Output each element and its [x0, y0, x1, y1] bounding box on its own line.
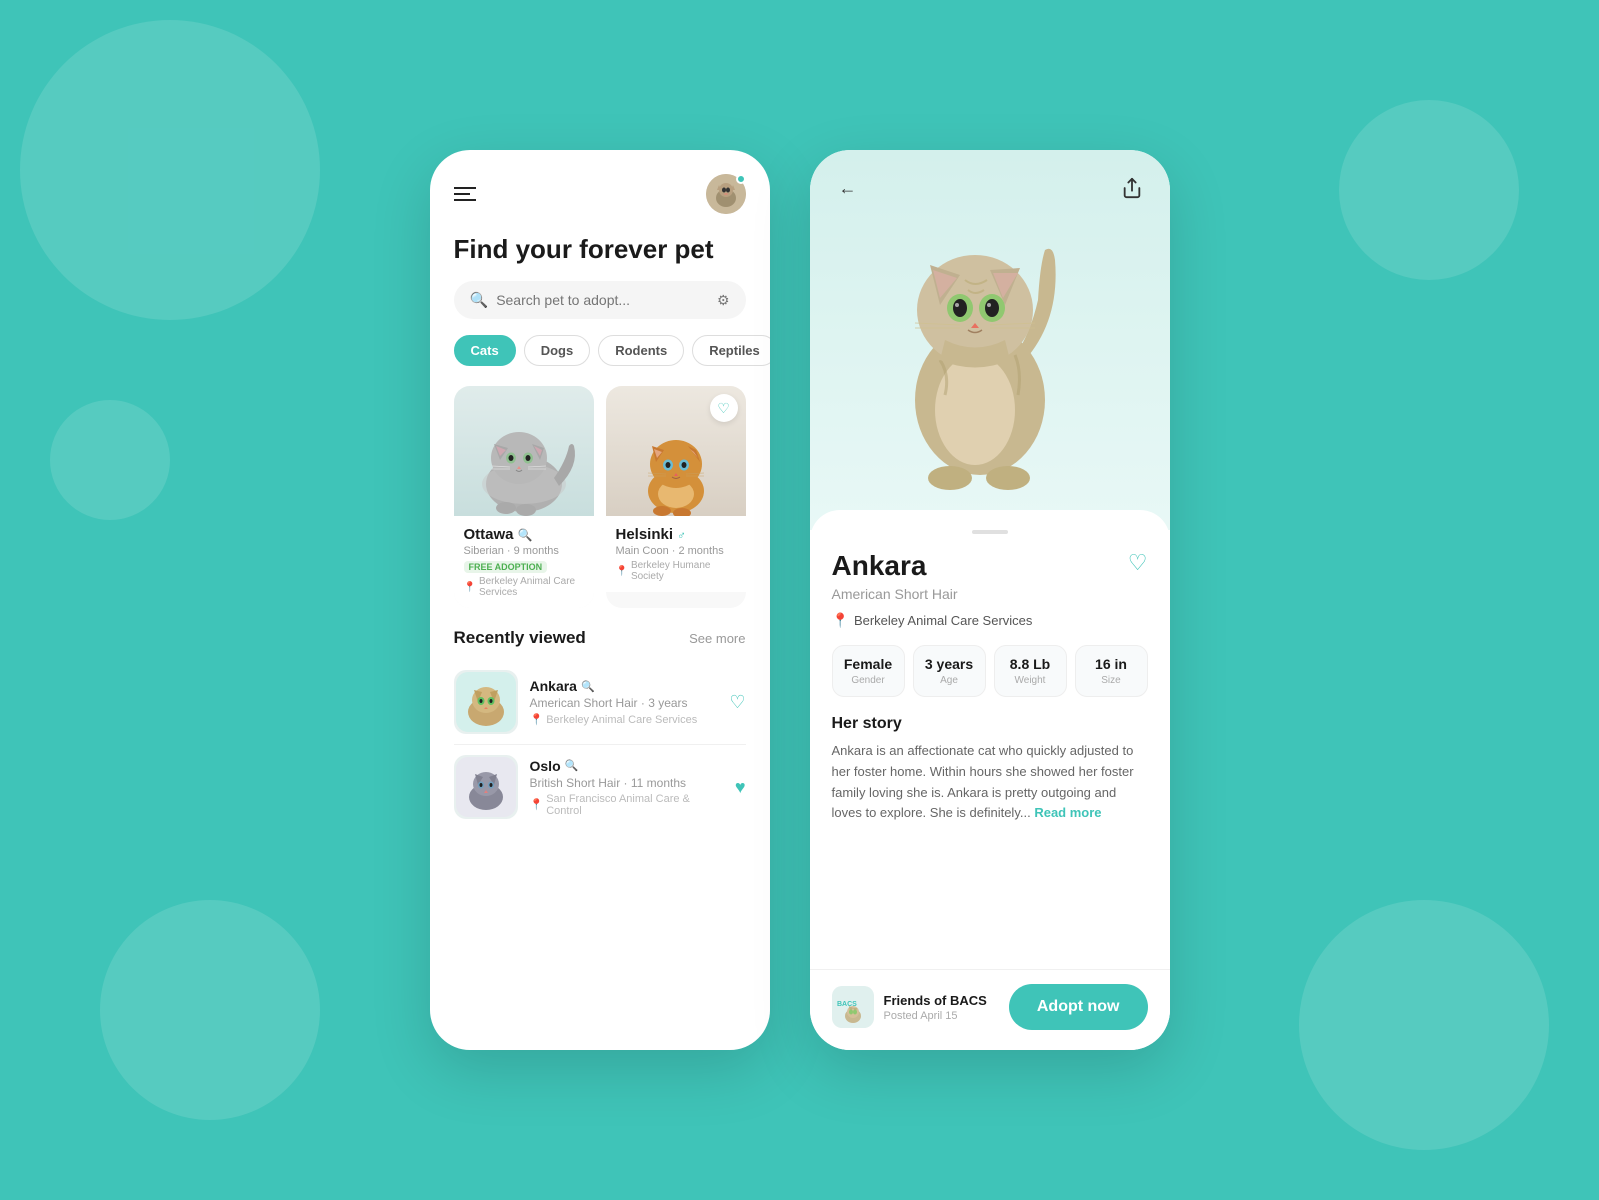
stat-weight-value: 8.8 Lb	[1003, 656, 1058, 672]
filter-icon[interactable]: ⚙	[717, 292, 730, 309]
stat-gender: Female Gender	[832, 645, 905, 697]
ankara-detail-breed: American Short Hair	[832, 586, 1148, 602]
org-text: Friends of BACS Posted April 15	[884, 993, 987, 1022]
ankara-heart-button[interactable]: ♡	[729, 692, 745, 713]
ankara-recent-name: Ankara 🔍	[530, 678, 718, 694]
location-icon-4: 📍	[530, 798, 544, 811]
story-text: Ankara is an affectionate cat who quickl…	[832, 741, 1148, 824]
page-title: Find your forever pet	[430, 222, 770, 281]
stat-size-label: Size	[1084, 675, 1139, 686]
back-button[interactable]: ←	[830, 170, 866, 206]
ankara-detail-name: Ankara	[832, 550, 927, 582]
oslo-recent-location: 📍 San Francisco Animal Care & Control	[530, 793, 723, 817]
recent-item-ankara[interactable]: Ankara 🔍 American Short Hair · 3 years 📍…	[454, 660, 746, 745]
oslo-recent-name: Oslo 🔍	[530, 758, 723, 774]
bg-circle-4	[1299, 900, 1549, 1150]
phones-container: Find your forever pet 🔍 ⚙ Cats Dogs Rode…	[430, 150, 1170, 1050]
detail-bottom: BACS Friends of BACS Posted April 15	[810, 969, 1170, 1050]
stat-gender-value: Female	[841, 656, 896, 672]
oslo-recent-breed: British Short Hair · 11 months	[530, 776, 723, 790]
ottawa-card-info: Ottawa 🔍 Siberian · 9 months FREE adopti…	[454, 516, 594, 608]
tab-dogs[interactable]: Dogs	[524, 335, 591, 366]
cat-hero: ←	[810, 150, 1170, 530]
notification-dot	[736, 174, 746, 184]
oslo-heart-button[interactable]: ♥	[735, 777, 746, 798]
search-bar[interactable]: 🔍 ⚙	[454, 281, 746, 319]
drag-handle[interactable]	[972, 530, 1008, 534]
bg-circle-3	[1339, 100, 1519, 280]
org-posted: Posted April 15	[884, 1010, 987, 1022]
recently-viewed-header: Recently viewed See more	[430, 624, 770, 660]
ankara-recent-breed: American Short Hair · 3 years	[530, 696, 718, 710]
pet-card-ottawa[interactable]: Ottawa 🔍 Siberian · 9 months FREE adopti…	[454, 386, 594, 608]
user-avatar[interactable]	[706, 174, 746, 214]
org-logo: BACS	[832, 986, 874, 1028]
helsinki-name: Helsinki ♂	[616, 526, 736, 543]
helsinki-heart[interactable]: ♡	[710, 394, 738, 422]
stats-grid: Female Gender 3 years Age 8.8 Lb Weight …	[832, 645, 1148, 697]
ankara-detail-location: 📍 Berkeley Animal Care Services	[832, 612, 1148, 629]
pet-card-helsinki[interactable]: ♡	[606, 386, 746, 608]
helsinki-gender: ♂	[677, 528, 686, 542]
ankara-recent-location: 📍 Berkeley Animal Care Services	[530, 713, 718, 726]
ottawa-location: 📍 Berkeley Animal Care Services	[464, 576, 584, 598]
recent-item-oslo[interactable]: Oslo 🔍 British Short Hair · 11 months 📍 …	[454, 745, 746, 829]
search-input[interactable]	[496, 292, 709, 308]
stat-weight: 8.8 Lb Weight	[994, 645, 1067, 697]
org-info: BACS Friends of BACS Posted April 15	[832, 986, 997, 1028]
menu-button[interactable]	[454, 187, 476, 201]
detail-panel: Ankara ♡ American Short Hair 📍 Berkeley …	[810, 510, 1170, 969]
bg-circle-1	[20, 20, 320, 320]
phone-right: ←	[810, 150, 1170, 1050]
bg-circle-2	[100, 900, 320, 1120]
phone-left: Find your forever pet 🔍 ⚙ Cats Dogs Rode…	[430, 150, 770, 1050]
oslo-recent-details: Oslo 🔍 British Short Hair · 11 months 📍 …	[530, 758, 723, 817]
stat-weight-label: Weight	[1003, 675, 1058, 686]
ankara-thumb	[454, 670, 518, 734]
category-tabs: Cats Dogs Rodents Reptiles Birds	[430, 335, 770, 370]
ankara-recent-details: Ankara 🔍 American Short Hair · 3 years 📍…	[530, 678, 718, 726]
stat-gender-label: Gender	[841, 675, 896, 686]
free-badge: FREE adoption	[464, 561, 548, 573]
ottawa-breed: Siberian · 9 months FREE adoption	[464, 545, 584, 573]
ottawa-image	[454, 386, 594, 516]
ottawa-name: Ottawa 🔍	[464, 526, 584, 543]
helsinki-breed: Main Coon · 2 months	[616, 545, 736, 557]
ankara-hero-image	[860, 180, 1120, 500]
story-title: Her story	[832, 715, 1148, 733]
location-pin-icon: 📍	[464, 582, 476, 593]
location-icon-5: 📍	[832, 612, 849, 629]
left-phone-header	[430, 150, 770, 222]
pet-cards-grid: Ottawa 🔍 Siberian · 9 months FREE adopti…	[430, 370, 770, 624]
tab-rodents[interactable]: Rodents	[598, 335, 684, 366]
recently-viewed-list: Ankara 🔍 American Short Hair · 3 years 📍…	[430, 660, 770, 829]
stat-size: 16 in Size	[1075, 645, 1148, 697]
adopt-now-button[interactable]: Adopt now	[1009, 984, 1148, 1030]
oslo-thumb	[454, 755, 518, 819]
stat-age-value: 3 years	[922, 656, 977, 672]
helsinki-location: 📍 Berkeley Humane Society	[616, 560, 736, 582]
bg-circle-5	[50, 400, 170, 520]
stat-size-value: 16 in	[1084, 656, 1139, 672]
favorite-button[interactable]: ♡	[1128, 550, 1148, 576]
helsinki-card-info: Helsinki ♂ Main Coon · 2 months 📍 Berkel…	[606, 516, 746, 592]
org-name: Friends of BACS	[884, 993, 987, 1008]
detail-name-row: Ankara ♡	[832, 550, 1148, 582]
share-button[interactable]	[1114, 170, 1150, 206]
search-icon: 🔍	[470, 291, 489, 309]
ottawa-gender: 🔍	[518, 528, 533, 542]
hero-header: ←	[810, 150, 1170, 206]
location-icon-3: 📍	[530, 713, 544, 726]
tab-cats[interactable]: Cats	[454, 335, 516, 366]
location-pin-icon-2: 📍	[616, 566, 628, 577]
stat-age-label: Age	[922, 675, 977, 686]
helsinki-image: ♡	[606, 386, 746, 516]
tab-reptiles[interactable]: Reptiles	[692, 335, 769, 366]
read-more-link[interactable]: Read more	[1034, 805, 1101, 820]
see-more-link[interactable]: See more	[689, 631, 745, 646]
recently-viewed-title: Recently viewed	[454, 628, 586, 648]
stat-age: 3 years Age	[913, 645, 986, 697]
